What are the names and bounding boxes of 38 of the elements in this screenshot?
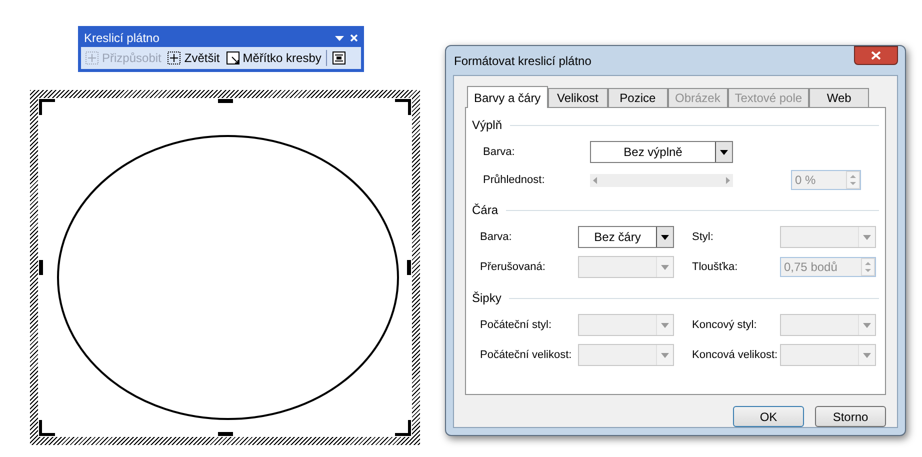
field-label: Barva: xyxy=(483,144,516,160)
close-icon xyxy=(871,51,881,60)
section-title: Čára xyxy=(472,202,498,219)
section-title: Výplň xyxy=(472,117,502,134)
tab[interactable]: Pozice xyxy=(608,88,668,107)
dialog-button[interactable]: Storno xyxy=(815,406,886,427)
dropdown-field[interactable]: Bez výplně xyxy=(590,141,733,163)
text-wrap-icon xyxy=(332,51,346,65)
spin-arrows-icon xyxy=(846,171,860,189)
toolbar-button[interactable] xyxy=(331,51,348,65)
dropdown-field[interactable]: Bez čáry xyxy=(578,226,674,248)
canvas-resize-icon xyxy=(85,51,99,65)
right-arrow-icon xyxy=(726,176,730,184)
field-label: Průhlednost: xyxy=(483,172,546,188)
scale-drawing-icon xyxy=(226,51,240,65)
field-label: Počáteční styl: xyxy=(480,318,553,333)
left-arrow-icon xyxy=(593,176,597,184)
toolbar-title: Kreslicí plátno xyxy=(84,30,160,47)
field-label: Koncový styl: xyxy=(692,318,758,333)
canvas-resize-icon xyxy=(167,51,182,65)
field-label: Koncová velikost: xyxy=(692,348,779,363)
section-title: Šipky xyxy=(472,290,502,307)
toolbar-button[interactable]: Zvětšit xyxy=(166,49,221,67)
field-label: Tloušťka: xyxy=(692,260,739,275)
dialog-button[interactable]: OK xyxy=(733,406,804,427)
tab[interactable]: Web xyxy=(809,88,870,107)
close-icon[interactable] xyxy=(350,34,358,42)
spin-arrows-icon xyxy=(861,258,875,276)
toolbar-button[interactable]: Měřítko kresby xyxy=(224,49,322,67)
field-label: Přerušovaná: xyxy=(480,260,546,275)
dropdown-icon[interactable] xyxy=(335,36,344,40)
field-label: Barva: xyxy=(480,230,513,245)
field-label: Počáteční velikost: xyxy=(480,348,573,363)
close-button[interactable] xyxy=(854,46,898,65)
dialog-title: Formátovat kreslicí plátno xyxy=(453,52,592,70)
field-label: Styl: xyxy=(692,230,714,245)
tab[interactable]: Velikost xyxy=(548,88,608,107)
tab[interactable]: Barvy a čáry xyxy=(467,86,548,108)
